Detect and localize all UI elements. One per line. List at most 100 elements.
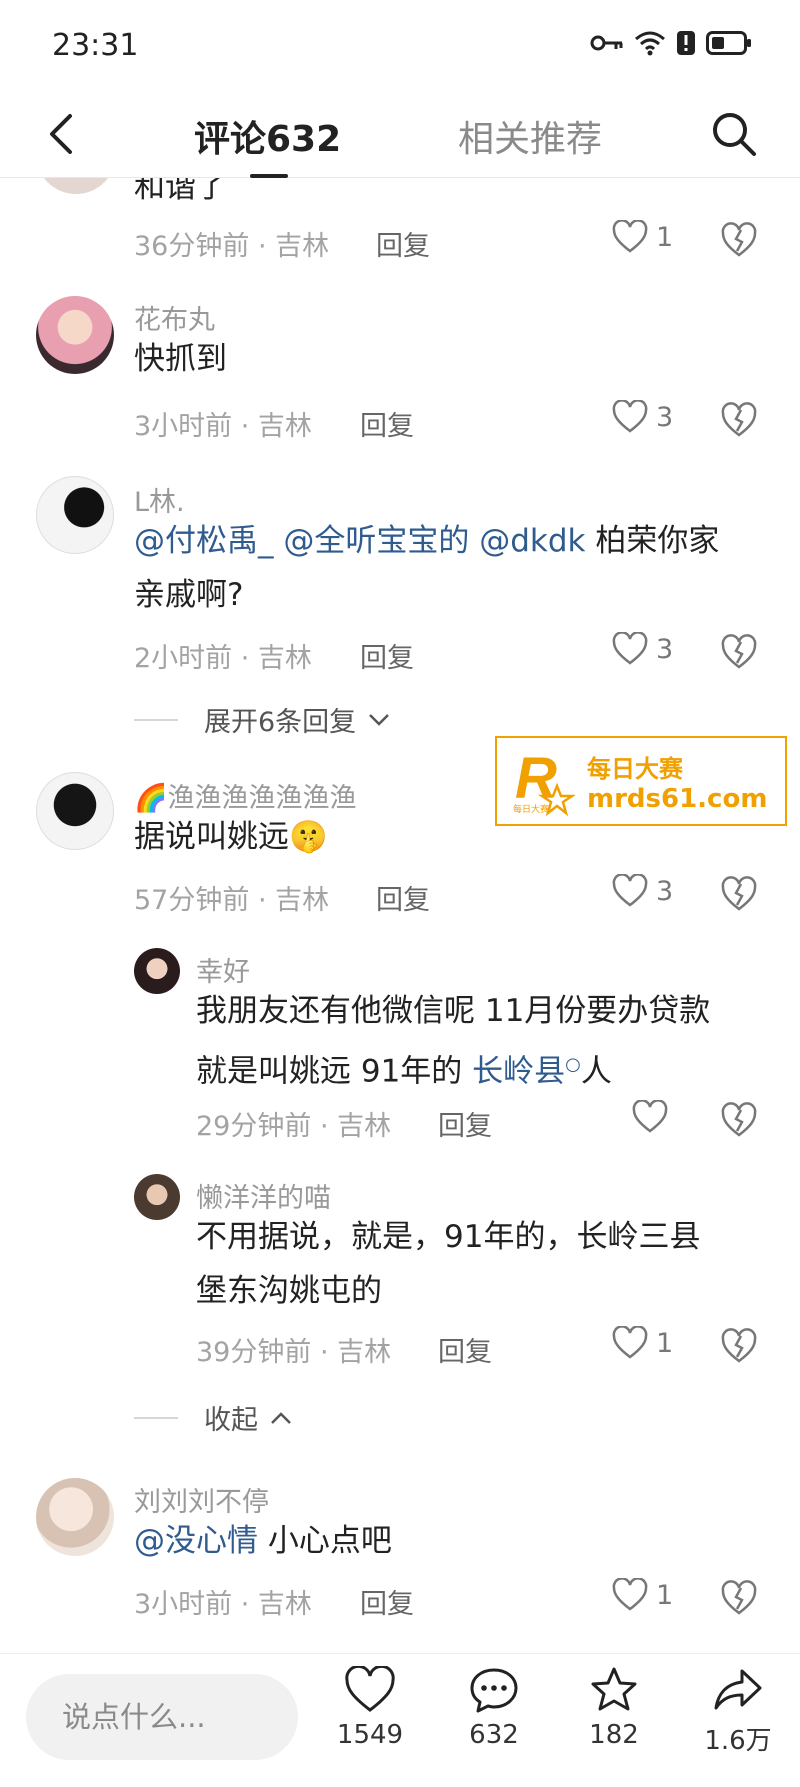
battery-icon: [706, 31, 751, 55]
reply-button[interactable]: 回复: [360, 636, 414, 675]
chevron-down-icon: [369, 713, 390, 726]
status-icons: [590, 30, 752, 56]
dislike-icon[interactable]: [720, 1326, 758, 1364]
like-button[interactable]: [632, 1100, 668, 1134]
bottom-bar: 说点什么... 1549 632 182 1.6万: [0, 1653, 800, 1787]
heart-icon: [612, 220, 648, 253]
watermark-title: 每日大赛: [587, 754, 683, 783]
like-button[interactable]: 1: [612, 220, 673, 254]
search-button[interactable]: [706, 106, 762, 162]
location-link[interactable]: 长岭县: [472, 1053, 565, 1089]
dislike-icon[interactable]: [720, 874, 758, 912]
tab-comments[interactable]: 评论632: [194, 110, 341, 162]
mention-link[interactable]: @没心情: [134, 1523, 258, 1559]
comment-text-line2: 堡东沟姚屯的: [196, 1273, 382, 1309]
chevron-up-icon: [271, 1411, 291, 1424]
share-action[interactable]: 1.6万: [688, 1666, 788, 1757]
reply-button[interactable]: 回复: [438, 1330, 492, 1369]
comment-time-location: 3小时前 · 吉林: [134, 411, 312, 442]
comment-text: @付松禹_ @全听宝宝的 @dkdk 柏荣你家: [134, 514, 719, 568]
like-count: 3: [656, 875, 674, 907]
reply-button[interactable]: 回复: [360, 1582, 414, 1621]
like-count: 1: [656, 1579, 674, 1611]
heart-icon: [632, 1100, 668, 1133]
like-action[interactable]: 1549: [320, 1666, 420, 1750]
status-bar: 23:31: [0, 0, 800, 92]
alert-icon: [677, 31, 695, 55]
star-icon: [591, 1667, 637, 1711]
share-icon: [714, 1669, 762, 1710]
divider: [134, 1416, 178, 1419]
like-button[interactable]: 1: [612, 1326, 673, 1360]
comment-text: 不用据说，就是，91年的，长岭三县: [196, 1219, 701, 1255]
comment-text: 我朋友还有他微信呢 11月份要办贷款: [196, 993, 711, 1029]
dislike-icon[interactable]: [720, 1100, 758, 1138]
mention-link[interactable]: @全听宝宝的: [283, 523, 469, 559]
avatar[interactable]: [36, 178, 116, 194]
search-icon: [713, 113, 756, 156]
avatar[interactable]: [134, 1174, 180, 1220]
favorite-action[interactable]: 182: [564, 1666, 664, 1750]
reply-button[interactable]: 回复: [438, 1104, 492, 1143]
watermark-url: mrds61.com: [587, 783, 768, 814]
dislike-icon[interactable]: [720, 400, 758, 438]
dislike-icon[interactable]: [720, 220, 758, 258]
like-button[interactable]: 3: [612, 874, 673, 908]
heart-icon: [612, 1326, 648, 1359]
like-button[interactable]: 1: [612, 1578, 673, 1612]
shush-face-icon: 🤫: [289, 819, 328, 855]
key-icon: [590, 35, 623, 51]
comment-input[interactable]: 说点什么...: [26, 1674, 298, 1760]
avatar[interactable]: [36, 296, 114, 374]
dislike-icon[interactable]: [720, 1578, 758, 1616]
svg-text:每日大赛: 每日大赛: [513, 803, 549, 814]
comment-text: 快抓到: [134, 341, 227, 377]
comment-text-line2: 亲戚啊?: [134, 577, 244, 613]
dislike-icon[interactable]: [720, 632, 758, 670]
like-count: 1: [656, 1327, 674, 1359]
like-button[interactable]: 3: [612, 400, 673, 434]
reply-button[interactable]: 回复: [376, 224, 430, 263]
comment-time-location: 57分钟前 · 吉林: [134, 885, 330, 916]
mention-link[interactable]: @付松禹_: [134, 523, 274, 559]
collapse-replies-button[interactable]: 收起: [134, 1398, 292, 1437]
wifi-icon: [635, 31, 665, 56]
comment-text-tail: 柏荣你家: [585, 523, 720, 559]
avatar[interactable]: [134, 948, 180, 994]
tab-related[interactable]: 相关推荐: [458, 110, 602, 162]
watermark-logo: R 每日大赛: [513, 746, 577, 817]
avatar[interactable]: [36, 1478, 114, 1556]
like-count: 3: [656, 401, 674, 433]
comment-count: 632: [469, 1720, 519, 1750]
watermark: R 每日大赛 每日大赛 mrds61.com: [495, 736, 787, 826]
reply-button[interactable]: 回复: [360, 404, 414, 443]
favorite-count: 182: [589, 1720, 639, 1750]
like-count: 1: [656, 221, 674, 253]
back-button[interactable]: [38, 106, 86, 162]
heart-icon: [612, 632, 648, 665]
collapse-label: 收起: [204, 1405, 258, 1436]
avatar[interactable]: [36, 476, 114, 554]
heart-icon: [345, 1666, 395, 1712]
heart-icon: [612, 874, 648, 907]
comment-text-line2: 就是叫姚远 91年的 长岭县○人: [196, 1053, 612, 1090]
expand-replies-button[interactable]: 展开6条回复: [134, 700, 390, 739]
reply-button[interactable]: 回复: [376, 878, 430, 917]
comment-time-location: 36分钟前 · 吉林: [134, 231, 330, 262]
share-count: 1.6万: [704, 1726, 772, 1756]
search-icon: ○: [565, 1054, 581, 1075]
comment-action[interactable]: 632: [444, 1666, 544, 1750]
expand-label: 展开6条回复: [204, 707, 357, 738]
comment-list[interactable]: 和谐了 36分钟前 · 吉林 回复 1 花布丸 快抓到 3小时前 · 吉林 回复…: [0, 178, 800, 1653]
comment-text: 据说叫姚远🤫: [134, 819, 328, 855]
comment-time-location: 3小时前 · 吉林: [134, 1589, 312, 1620]
avatar[interactable]: [36, 772, 114, 850]
comments-header: 评论632 相关推荐: [0, 92, 800, 178]
chevron-left-icon: [50, 114, 72, 154]
like-button[interactable]: 3: [612, 632, 673, 666]
heart-icon: [612, 1578, 648, 1611]
mention-link[interactable]: @dkdk: [479, 523, 585, 559]
like-count: 1549: [336, 1720, 404, 1750]
status-time: 23:31: [52, 28, 139, 63]
comment-text: @没心情 小心点吧: [134, 1523, 392, 1559]
